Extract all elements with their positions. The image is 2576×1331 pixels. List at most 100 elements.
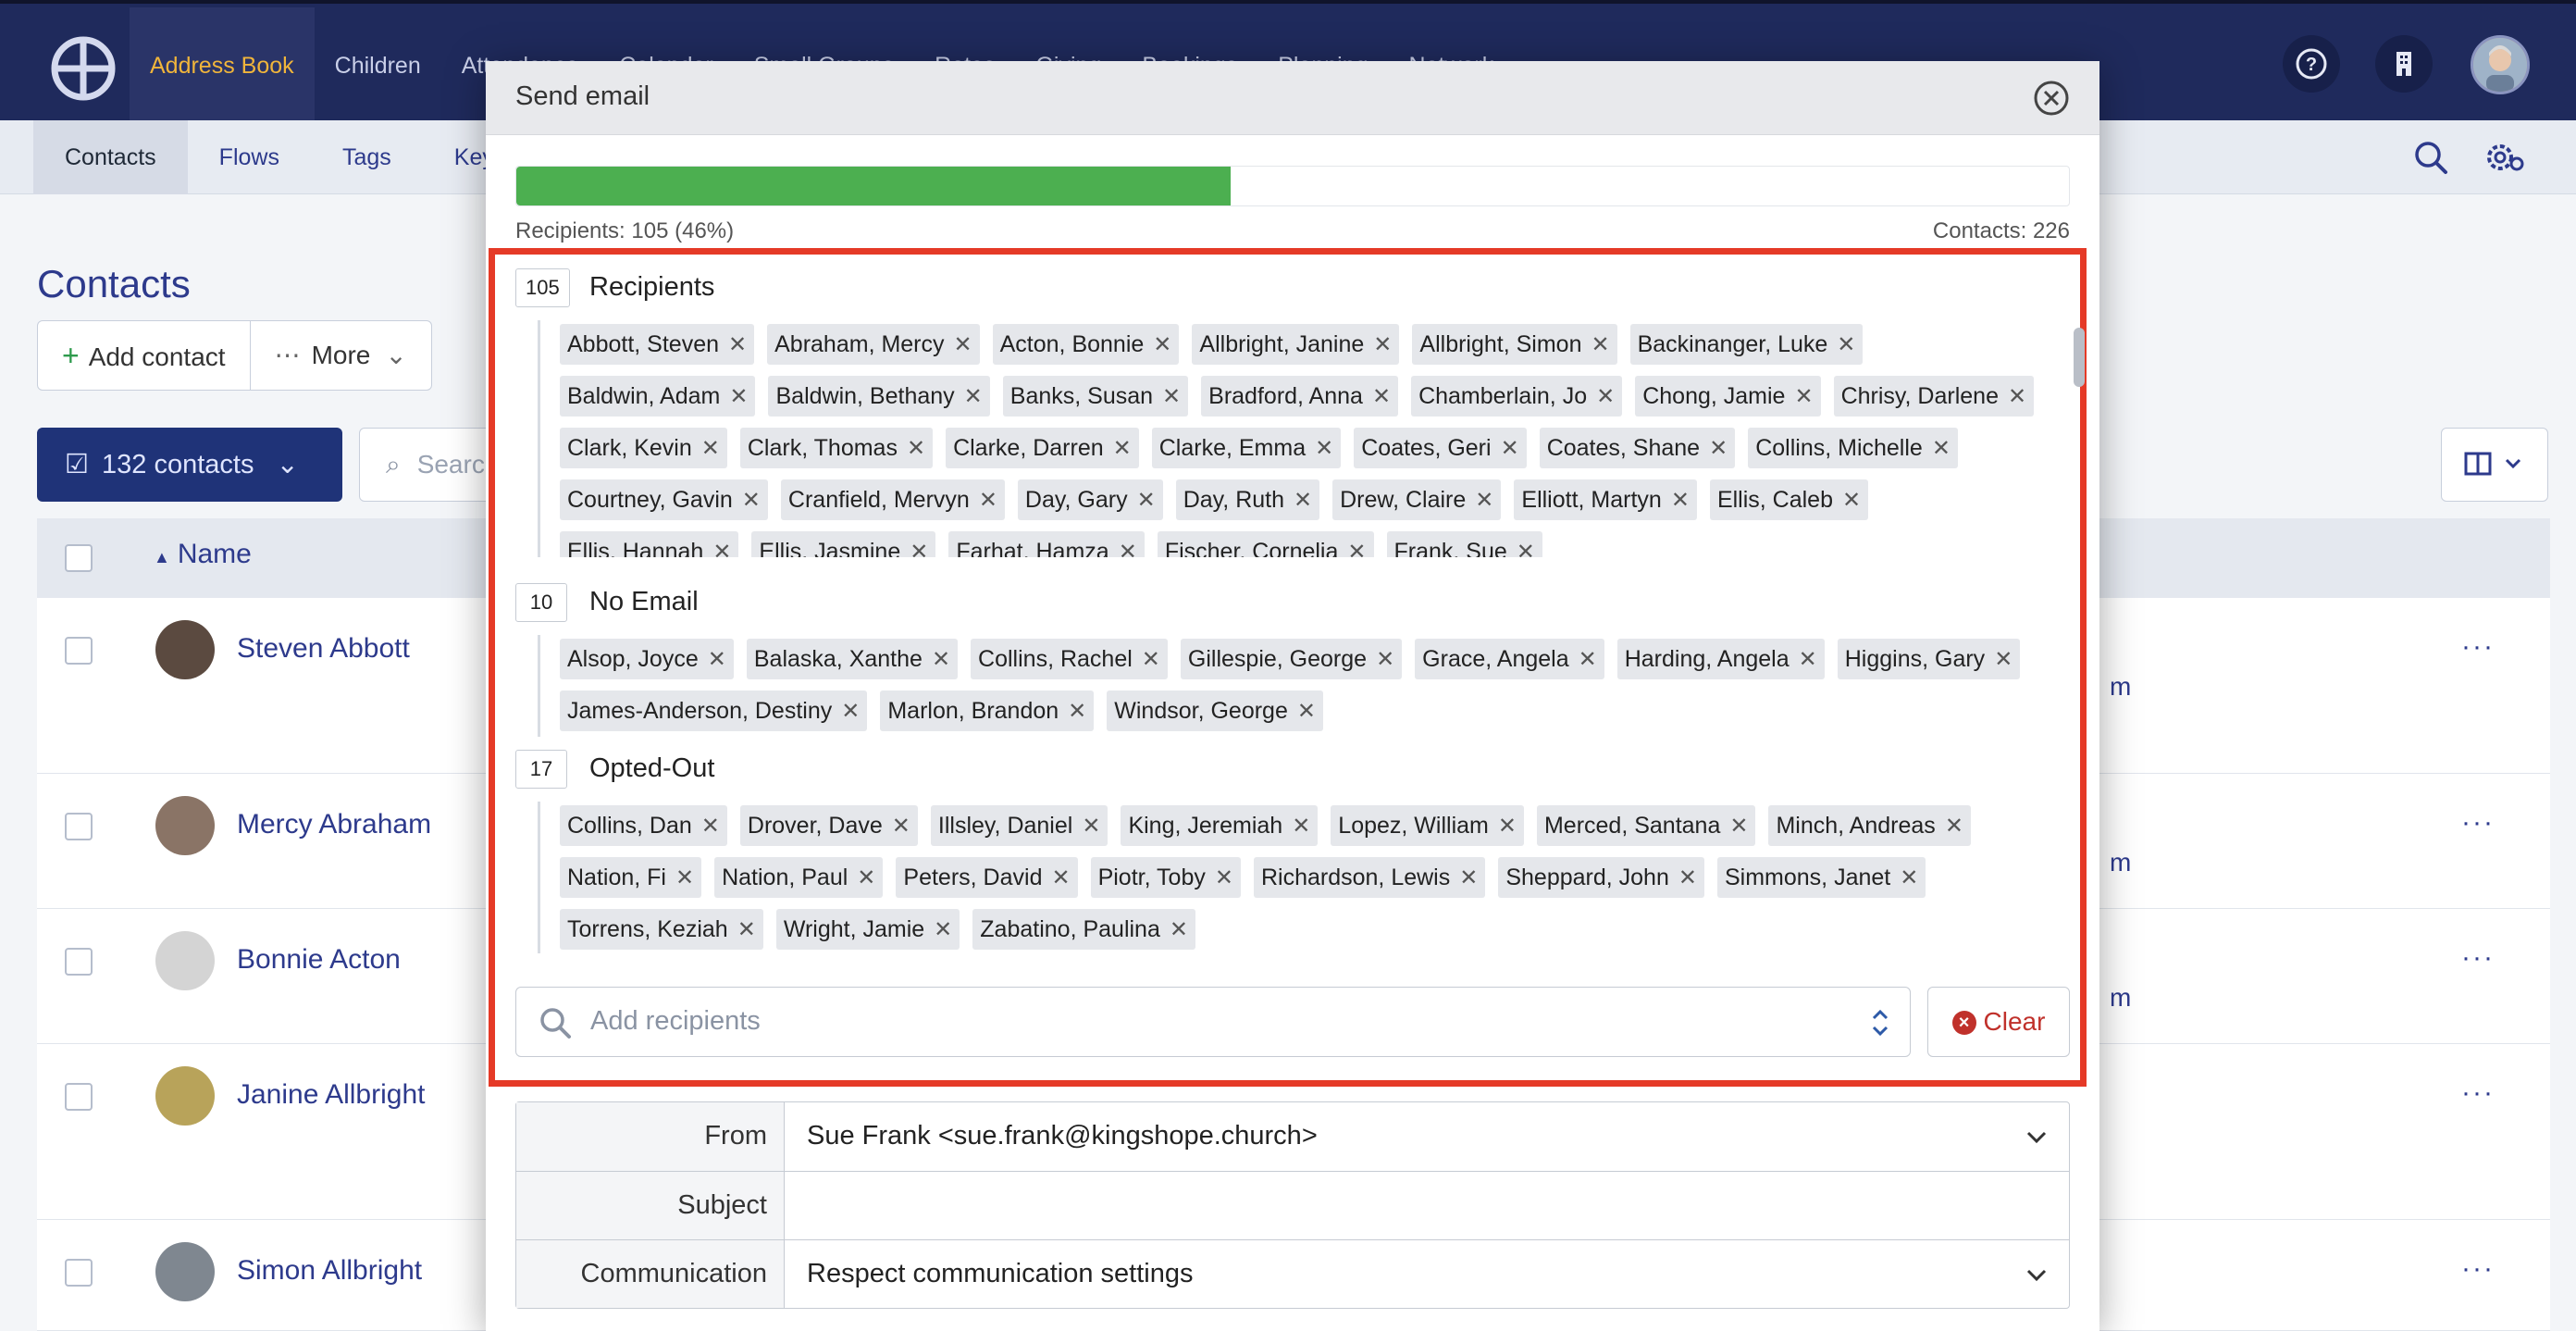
remove-chip-icon[interactable]: ✕ <box>932 646 950 673</box>
remove-chip-icon[interactable]: ✕ <box>1475 487 1493 514</box>
recipient-chip[interactable]: King, Jeremiah ✕ <box>1121 805 1319 846</box>
help-button[interactable]: ? <box>2283 35 2340 93</box>
recipient-chip[interactable]: Bradford, Anna ✕ <box>1201 376 1399 417</box>
recipient-chip[interactable]: Clark, Kevin ✕ <box>560 428 727 468</box>
recipient-chip[interactable]: Zabatino, Paulina ✕ <box>972 909 1195 950</box>
contact-name-link[interactable]: Mercy Abraham <box>237 809 431 840</box>
remove-chip-icon[interactable]: ✕ <box>1292 813 1310 840</box>
from-select[interactable]: Sue Frank <sue.frank@kingshope.church> <box>785 1102 2069 1171</box>
remove-chip-icon[interactable]: ✕ <box>1376 646 1394 673</box>
remove-chip-icon[interactable]: ✕ <box>728 331 747 358</box>
recipient-chip[interactable]: Illsley, Daniel ✕ <box>930 805 1108 846</box>
remove-chip-icon[interactable]: ✕ <box>2008 383 2026 410</box>
recipient-chip[interactable]: Marlon, Brandon ✕ <box>880 690 1095 731</box>
remove-chip-icon[interactable]: ✕ <box>675 865 694 891</box>
remove-chip-icon[interactable]: ✕ <box>1501 435 1519 462</box>
recipient-chip[interactable]: Higgins, Gary ✕ <box>1837 639 2021 679</box>
remove-chip-icon[interactable]: ✕ <box>910 539 928 558</box>
remove-chip-icon[interactable]: ✕ <box>708 646 726 673</box>
remove-chip-icon[interactable]: ✕ <box>979 487 997 514</box>
recipient-chip[interactable]: Banks, Susan ✕ <box>1002 376 1189 417</box>
remove-chip-icon[interactable]: ✕ <box>964 383 983 410</box>
add-contact-button[interactable]: + Add contact <box>38 321 250 390</box>
remove-chip-icon[interactable]: ✕ <box>742 487 761 514</box>
remove-chip-icon[interactable]: ✕ <box>1294 487 1312 514</box>
row-checkbox[interactable] <box>65 1259 93 1287</box>
app-logo-icon[interactable] <box>50 35 117 102</box>
recipient-chip[interactable]: Abraham, Mercy ✕ <box>767 324 980 365</box>
recipient-chip[interactable]: Fischer, Cornelia ✕ <box>1157 531 1374 558</box>
recipient-chip[interactable]: Collins, Rachel ✕ <box>971 639 1168 679</box>
recipient-chip[interactable]: Day, Ruth ✕ <box>1175 479 1320 520</box>
remove-chip-icon[interactable]: ✕ <box>1347 539 1366 558</box>
recipient-chip[interactable]: Coates, Geri ✕ <box>1354 428 1527 468</box>
remove-chip-icon[interactable]: ✕ <box>1113 435 1132 462</box>
remove-chip-icon[interactable]: ✕ <box>1596 383 1615 410</box>
remove-chip-icon[interactable]: ✕ <box>1945 813 1963 840</box>
recipient-chip[interactable]: Chamberlain, Jo ✕ <box>1411 376 1623 417</box>
recipient-chip[interactable]: Piotr, Toby ✕ <box>1090 857 1241 898</box>
recipient-chip[interactable]: Simmons, Janet ✕ <box>1716 857 1926 898</box>
recipient-chip[interactable]: Ellis, Caleb ✕ <box>1709 479 1869 520</box>
recipient-chip[interactable]: Balaska, Xanthe ✕ <box>746 639 959 679</box>
remove-chip-icon[interactable]: ✕ <box>1137 487 1156 514</box>
recipient-chip[interactable]: Gillespie, George ✕ <box>1180 639 1403 679</box>
communication-select[interactable]: Respect communication settings <box>785 1240 2069 1308</box>
recipient-chip[interactable]: Allbright, Janine ✕ <box>1192 324 1400 365</box>
row-actions-button[interactable]: ··· <box>2461 942 2495 974</box>
contact-name-link[interactable]: Simon Allbright <box>237 1255 422 1287</box>
recipient-chip[interactable]: Ellis, Jasmine ✕ <box>751 531 936 558</box>
recipient-chip[interactable]: Farhat, Hamza ✕ <box>948 531 1145 557</box>
recipient-chip[interactable]: Alsop, Joyce ✕ <box>560 639 734 679</box>
recipient-chip[interactable]: Ellis, Hannah ✕ <box>560 531 739 557</box>
remove-chip-icon[interactable]: ✕ <box>701 813 720 840</box>
user-avatar[interactable] <box>2471 35 2530 94</box>
row-actions-button[interactable]: ··· <box>2461 1253 2495 1285</box>
remove-chip-icon[interactable]: ✕ <box>1459 865 1478 891</box>
selected-contacts-button[interactable]: ☑ 132 contacts ⌄ <box>37 428 342 502</box>
add-recipients-input[interactable]: Add recipients <box>515 987 1911 1057</box>
remove-chip-icon[interactable]: ✕ <box>1579 646 1597 673</box>
remove-chip-icon[interactable]: ✕ <box>729 383 748 410</box>
organisation-button[interactable] <box>2375 35 2433 93</box>
column-toggle-button[interactable] <box>2441 428 2548 502</box>
remove-chip-icon[interactable]: ✕ <box>1591 331 1609 358</box>
recipient-chip[interactable]: Abbott, Steven ✕ <box>560 324 755 365</box>
recipient-chip[interactable]: Torrens, Keziah ✕ <box>560 909 763 950</box>
clear-button[interactable]: × Clear <box>1927 987 2070 1057</box>
contacts-search-input[interactable]: ⌕ Search <box>359 428 498 502</box>
remove-chip-icon[interactable]: ✕ <box>892 813 910 840</box>
remove-chip-icon[interactable]: ✕ <box>1162 383 1181 410</box>
remove-chip-icon[interactable]: ✕ <box>857 865 875 891</box>
recipient-chip[interactable]: Richardson, Lewis ✕ <box>1253 857 1486 898</box>
recipient-chip[interactable]: Lopez, William ✕ <box>1331 805 1524 846</box>
more-button[interactable]: ⋯ More ⌄ <box>249 321 431 390</box>
recipient-chip[interactable]: Minch, Andreas ✕ <box>1768 805 1971 846</box>
nav-children[interactable]: Children <box>315 7 441 124</box>
remove-chip-icon[interactable]: ✕ <box>1051 865 1070 891</box>
recipient-chip[interactable]: Windsor, George ✕ <box>1107 690 1323 731</box>
remove-chip-icon[interactable]: ✕ <box>1142 646 1160 673</box>
recipient-chip[interactable]: Grace, Angela ✕ <box>1415 639 1604 679</box>
remove-chip-icon[interactable]: ✕ <box>1373 331 1392 358</box>
remove-chip-icon[interactable]: ✕ <box>907 435 925 462</box>
recipient-chip[interactable]: Collins, Michelle ✕ <box>1748 428 1958 468</box>
recipient-chip[interactable]: Merced, Santana ✕ <box>1536 805 1756 846</box>
chip-list-scrollbar[interactable] <box>2070 320 2088 557</box>
tab-flows[interactable]: Flows <box>188 120 311 194</box>
select-arrows-icon[interactable] <box>1867 1004 1893 1041</box>
recipient-chip[interactable]: Frank, Sue ✕ <box>1386 531 1542 557</box>
recipient-chip[interactable]: Clarke, Emma ✕ <box>1151 428 1342 468</box>
remove-chip-icon[interactable]: ✕ <box>954 331 972 358</box>
recipient-chip[interactable]: Courtney, Gavin ✕ <box>560 479 768 520</box>
remove-chip-icon[interactable]: ✕ <box>1153 331 1171 358</box>
remove-chip-icon[interactable]: ✕ <box>1842 487 1861 514</box>
tab-contacts[interactable]: Contacts <box>33 120 188 194</box>
recipient-chip[interactable]: James-Anderson, Destiny ✕ <box>560 690 868 731</box>
row-checkbox[interactable] <box>65 948 93 976</box>
remove-chip-icon[interactable]: ✕ <box>1082 813 1100 840</box>
recipient-chip[interactable]: Chrisy, Darlene ✕ <box>1833 376 2035 417</box>
row-checkbox[interactable] <box>65 1083 93 1111</box>
recipient-chip[interactable]: Sheppard, John ✕ <box>1498 857 1704 898</box>
recipient-chip[interactable]: Elliott, Martyn ✕ <box>1514 479 1697 520</box>
